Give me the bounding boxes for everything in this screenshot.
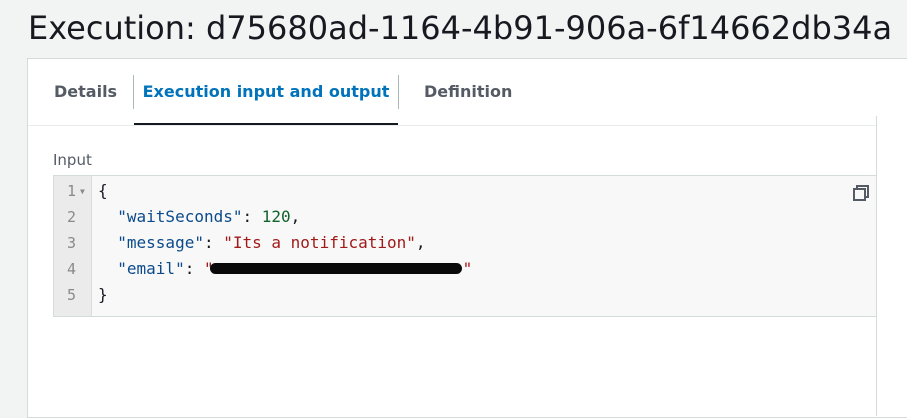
code-line-1: { xyxy=(98,178,108,204)
fold-arrow-icon[interactable]: ▼ xyxy=(80,187,85,196)
code-line-4: "email": " " xyxy=(117,259,473,278)
tab-bar: Details Execution input and output Defin… xyxy=(28,59,907,126)
json-brace: } xyxy=(98,285,108,304)
tab-definition[interactable]: Definition xyxy=(424,59,512,125)
tab-divider xyxy=(398,75,399,109)
execution-panel: Details Execution input and output Defin… xyxy=(27,58,907,418)
json-key-email: "email" xyxy=(117,259,185,278)
input-code-editor[interactable]: 1 ▼ 2 3 4 5 { "waitSeconds": 120, "messa… xyxy=(53,175,881,317)
redaction-mark xyxy=(209,263,462,274)
json-value-message: "Its a notification" xyxy=(223,233,416,252)
output-panel-edge xyxy=(876,116,907,416)
json-key-message: "message" xyxy=(117,233,204,252)
code-line-3: "message": "Its a notification", xyxy=(117,233,426,252)
line-number: 5 xyxy=(66,286,76,304)
line-number: 3 xyxy=(66,234,76,252)
json-value-wait-seconds: 120 xyxy=(261,207,291,226)
line-number: 4 xyxy=(66,260,76,278)
page-title: Execution: d75680ad-1164-4b91-906a-6f146… xyxy=(28,9,893,47)
copy-icon[interactable] xyxy=(852,184,870,202)
code-line-2: "waitSeconds": 120, xyxy=(117,207,301,226)
line-gutter: 1 ▼ 2 3 4 5 xyxy=(54,176,92,316)
tab-details[interactable]: Details xyxy=(54,59,117,125)
code-line-5: } xyxy=(98,282,108,308)
json-key-wait-seconds: "waitSeconds" xyxy=(117,207,243,226)
line-number: 1 xyxy=(66,182,76,200)
json-brace: { xyxy=(98,181,108,200)
json-value-email-quote-close: " xyxy=(462,259,473,278)
tab-execution-input-output[interactable]: Execution input and output xyxy=(134,59,398,125)
line-number: 2 xyxy=(66,208,76,226)
input-label: Input xyxy=(53,151,92,169)
